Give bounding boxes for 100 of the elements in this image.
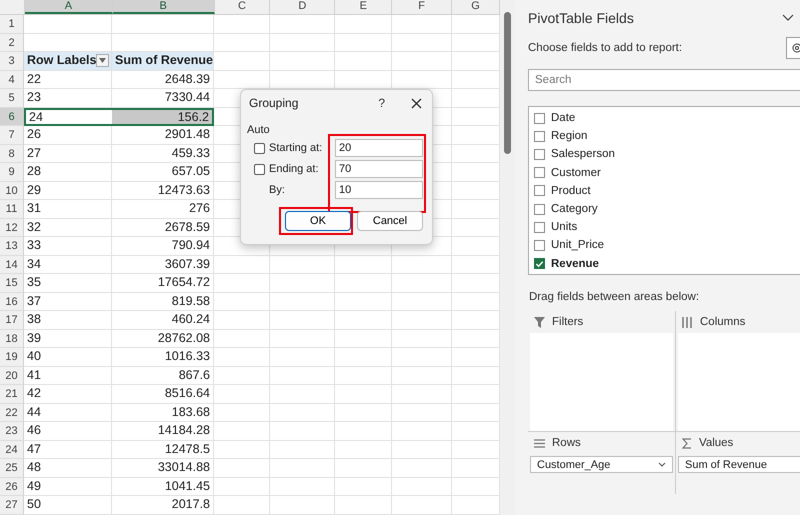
row-number[interactable]: 27 — [0, 496, 24, 514]
table-cell: 28 — [24, 163, 112, 182]
column-header[interactable]: D — [270, 0, 336, 14]
empty-cell — [214, 34, 270, 52]
empty-cell — [270, 330, 335, 348]
empty-cell — [335, 52, 392, 70]
row-number[interactable]: 21 — [0, 385, 24, 404]
empty-cell — [335, 496, 392, 514]
column-header[interactable]: F — [392, 0, 452, 14]
field-item[interactable]: Salesperson — [529, 145, 800, 164]
field-item[interactable]: Unit_Price — [529, 236, 800, 254]
row-number[interactable]: 3 — [0, 52, 24, 70]
help-button[interactable]: ? — [374, 96, 389, 110]
field-item[interactable]: Units — [529, 218, 800, 236]
table-cell: 29 — [24, 182, 112, 200]
empty-cell — [214, 496, 270, 514]
field-label: By: — [269, 184, 285, 196]
field-label: Ending at: — [269, 163, 319, 175]
filter-dropdown-icon[interactable] — [96, 54, 109, 68]
row-number[interactable]: 26 — [0, 478, 24, 496]
row-number[interactable]: 14 — [0, 256, 24, 274]
empty-cell — [270, 274, 335, 292]
settings-icon — [791, 42, 800, 54]
checkbox[interactable] — [254, 142, 265, 154]
empty-cell — [214, 404, 270, 422]
row-number[interactable]: 1 — [0, 15, 24, 34]
field-item[interactable]: Product — [529, 182, 800, 200]
row-number[interactable]: 16 — [0, 292, 24, 311]
row-number[interactable]: 7 — [0, 126, 24, 144]
dialog-button[interactable]: Cancel — [357, 211, 423, 231]
row-number[interactable]: 5 — [0, 89, 24, 108]
checkbox[interactable] — [534, 258, 545, 270]
row-number[interactable]: 9 — [0, 163, 24, 182]
pane-title: PivotTable Fields — [528, 10, 634, 26]
row-number[interactable]: 15 — [0, 274, 24, 292]
field-item[interactable]: Date — [529, 109, 800, 128]
row-number[interactable]: 25 — [0, 459, 24, 478]
table-cell: 33014.88 — [112, 459, 214, 478]
row-number[interactable]: 11 — [0, 200, 24, 218]
row-number[interactable]: 24 — [0, 440, 24, 459]
empty-cell — [335, 385, 392, 404]
row-number[interactable]: 22 — [0, 404, 24, 422]
search-field[interactable]: Search — [528, 69, 800, 91]
row-number[interactable]: 2 — [0, 34, 24, 52]
table-cell: 12473.63 — [112, 182, 214, 200]
column-header[interactable]: E — [335, 0, 392, 14]
empty-cell — [335, 422, 392, 440]
field-item[interactable]: Region — [529, 127, 800, 146]
checkbox[interactable] — [534, 204, 545, 215]
table-cell: 32 — [24, 218, 112, 237]
row-number[interactable]: 8 — [0, 144, 24, 163]
empty-cell — [392, 404, 452, 422]
row-number[interactable]: 19 — [0, 348, 24, 366]
row-number[interactable]: 23 — [0, 422, 24, 440]
empty-cell — [214, 274, 270, 292]
table-cell: 8516.64 — [112, 385, 214, 404]
dialog-button[interactable]: OK — [285, 211, 351, 231]
checkbox[interactable] — [534, 112, 545, 124]
row-number[interactable]: 13 — [0, 237, 24, 256]
row-number[interactable]: 10 — [0, 182, 24, 200]
area-field-dropdown[interactable]: Customer_Age — [530, 456, 673, 473]
row-number[interactable]: 12 — [0, 218, 24, 237]
chevron-down-icon[interactable] — [782, 14, 794, 22]
table-cell: 22 — [24, 70, 112, 89]
input-field[interactable]: 20 — [335, 139, 423, 157]
empty-cell — [270, 34, 335, 52]
column-header[interactable]: A — [24, 0, 113, 14]
checkbox[interactable] — [534, 130, 545, 142]
row-number[interactable]: 4 — [0, 70, 24, 89]
prompt-text: Choose fields to add to report: — [528, 42, 682, 54]
empty-cell — [270, 256, 335, 274]
checkbox[interactable] — [534, 222, 545, 233]
checkbox[interactable] — [534, 240, 545, 251]
row-number[interactable]: 6 — [0, 108, 24, 126]
empty-cell — [270, 366, 335, 385]
scroll-bar[interactable] — [500, 0, 515, 515]
checkbox[interactable] — [254, 164, 265, 174]
table-cell: 49 — [24, 478, 112, 496]
field-item[interactable]: Category — [529, 200, 800, 218]
row-number[interactable]: 17 — [0, 311, 24, 330]
empty-cell — [270, 459, 335, 478]
rows-icon — [534, 438, 545, 448]
field-item[interactable]: Revenue — [529, 254, 800, 273]
checkbox[interactable] — [534, 167, 545, 178]
empty-cell — [270, 496, 335, 514]
input-field[interactable]: 10 — [335, 181, 423, 199]
table-cell: 37 — [24, 292, 112, 311]
empty-cell — [392, 311, 452, 330]
empty-cell — [214, 366, 270, 385]
column-header[interactable]: B — [112, 0, 215, 14]
checkbox[interactable] — [534, 185, 545, 196]
empty-cell — [270, 15, 335, 34]
area-field-dropdown[interactable]: Sum of Revenue — [678, 456, 800, 473]
field-item[interactable]: Customer — [529, 164, 800, 182]
columns-icon — [682, 316, 693, 328]
row-number[interactable]: 20 — [0, 366, 24, 385]
row-number[interactable]: 18 — [0, 330, 24, 348]
column-header[interactable]: C — [214, 0, 270, 14]
input-field[interactable]: 70 — [335, 160, 423, 178]
checkbox[interactable] — [534, 148, 545, 160]
